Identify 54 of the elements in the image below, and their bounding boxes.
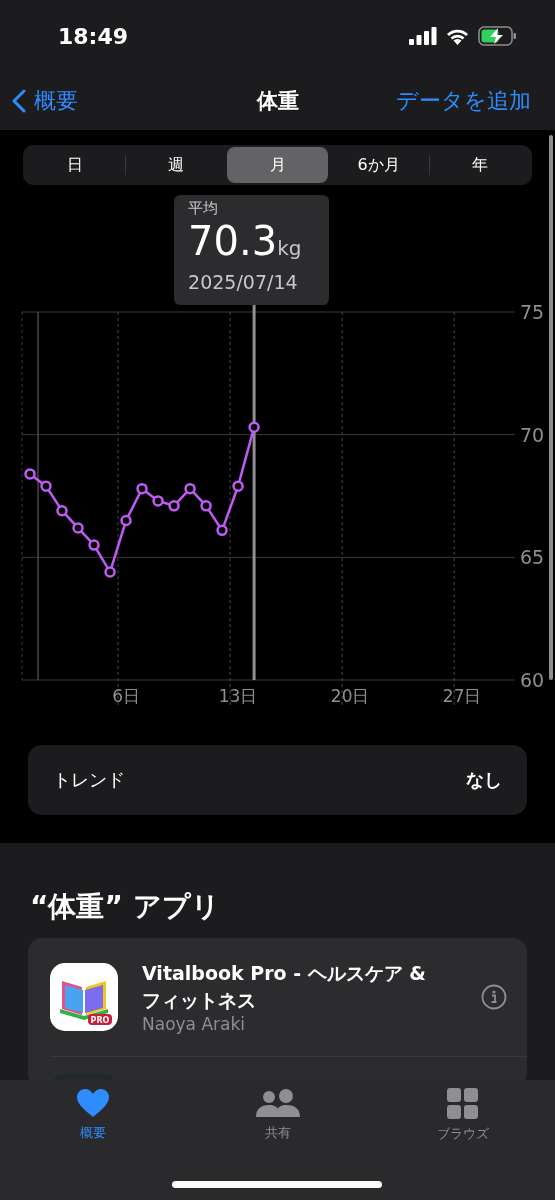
section-title: “体重” アプリ: [30, 889, 221, 925]
trend-value: なし: [466, 768, 502, 792]
grid-icon: [447, 1088, 478, 1119]
data-point: [232, 480, 244, 492]
axis-label: 13日: [218, 686, 258, 706]
data-point: [104, 566, 116, 578]
axis-label: 20日: [330, 686, 370, 706]
period-tab[interactable]: 日: [25, 147, 126, 183]
axis-label: 70: [520, 423, 545, 446]
data-point: [248, 421, 260, 434]
status-time: 18:49: [58, 23, 129, 49]
axis-label: 6日: [112, 686, 140, 706]
trend-label: トレンド: [53, 768, 125, 792]
period-tab[interactable]: 週: [126, 147, 227, 183]
tab-bar-item[interactable]: 共有: [185, 1088, 370, 1142]
data-point: [88, 539, 100, 551]
heart-icon: [75, 1088, 110, 1118]
data-point: [152, 495, 164, 507]
axis-label: 60: [520, 669, 545, 691]
tooltip-date: 2025/07/14: [188, 271, 299, 293]
axis-label: 65: [520, 546, 545, 569]
data-point: [136, 482, 148, 495]
period-tab[interactable]: 月: [227, 147, 328, 183]
add-data-button[interactable]: データを追加: [396, 86, 531, 116]
data-point: [56, 504, 68, 517]
back-button[interactable]: 概要: [12, 86, 78, 116]
data-point: [120, 514, 132, 527]
trend-card[interactable]: トレンド なし: [28, 745, 527, 815]
app-name: Vitalbook Pro - ヘルスケア & フィットネス: [142, 961, 427, 1013]
tooltip-label: 平均: [188, 199, 220, 218]
info-icon[interactable]: [481, 984, 507, 1010]
tab-bar-item[interactable]: 概要: [0, 1088, 185, 1142]
developer-name: Naoya Araki: [142, 1014, 247, 1034]
data-point: [200, 500, 212, 512]
screen-title: 体重: [256, 89, 299, 113]
period-tab[interactable]: 年: [429, 147, 530, 183]
wifi-icon: [445, 27, 470, 45]
data-point: [184, 482, 196, 495]
data-point: [216, 524, 228, 537]
data-point: [72, 522, 84, 534]
tooltip-value: 70.3 kg: [188, 218, 303, 266]
chevron-icon: [12, 89, 26, 113]
data-point: [40, 480, 52, 492]
axis-label: 27日: [442, 686, 482, 706]
tab-bar-item[interactable]: ブラウズ: [370, 1088, 555, 1143]
signal-icon: [409, 27, 437, 45]
period-tab[interactable]: 6か月: [328, 147, 429, 183]
data-point: [24, 468, 36, 480]
app-icon[interactable]: PRO: [50, 963, 118, 1031]
data-point: [168, 500, 180, 512]
battery-icon: [478, 26, 517, 46]
people-icon: [254, 1088, 301, 1118]
pro-label: PRO: [90, 1016, 110, 1025]
axis-label: 75: [520, 301, 545, 323]
